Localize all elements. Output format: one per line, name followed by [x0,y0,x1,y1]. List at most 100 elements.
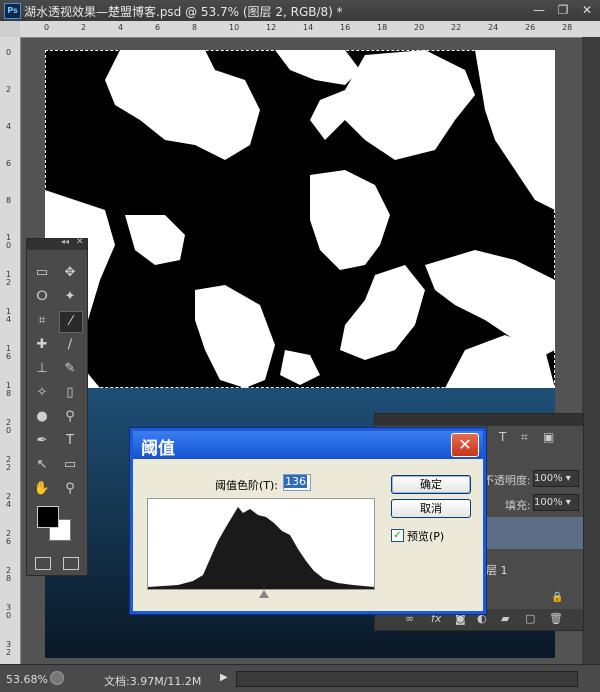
shape-layer-filter-icon[interactable]: ⌗ [521,430,528,445]
delete-layer-icon[interactable]: 🗑 [549,612,563,625]
threshold-slider[interactable] [259,590,269,598]
ruler-tick-label: 2 [6,85,12,94]
ruler-tick-label: 8 [6,196,12,205]
tools-panel-header[interactable]: ◂◂ ✕ [27,237,87,250]
ruler-tick-label: 12 [266,23,277,32]
opacity-value: 100% [534,473,563,484]
ruler-corner[interactable] [0,21,21,38]
ruler-tick-label: 2 [81,23,87,32]
close-icon[interactable]: ✕ [76,237,84,247]
ruler-tick-label: 22 [451,23,462,32]
threshold-level-label: 阈值色阶(T): [215,479,279,492]
histogram [147,498,375,590]
ruler-tick-label: 1 6 [6,344,12,361]
restore-button[interactable]: ❐ [552,2,574,18]
selection-marquee [45,50,555,388]
zoom-level[interactable]: 53.68% [6,673,48,686]
canvas-scroll-gutter[interactable] [582,37,600,664]
ruler-tick-label: 10 [229,23,240,32]
ruler-tick-label: 16 [340,23,351,32]
dialog-close-button[interactable]: ✕ [451,433,479,457]
lock-icon: 🔒 [551,592,564,603]
ruler-tick-label: 3 0 [6,603,12,620]
histogram-graph [148,507,374,589]
quick-mask-icon[interactable] [35,557,51,570]
threshold-dialog: 阈值 ✕ 阈值色阶(T): 136 确定 取消 ✓ 预览(P) [130,428,486,614]
ruler-tick-label: 6 [6,159,12,168]
ok-button[interactable]: 确定 [391,475,471,494]
ruler-tick-label: 1 0 [6,233,12,250]
ruler-tick-label: 14 [303,23,314,32]
tool-button[interactable]: ▭ [31,263,53,283]
text-layer-filter-icon[interactable]: T [499,430,506,444]
screen-mode-icon[interactable] [63,557,79,570]
horizontal-scrollbar[interactable] [236,671,578,687]
window-close-button[interactable]: ✕ [576,2,598,18]
title-bar: Ps 湖水透视效果—楚盟博客.psd @ 53.7% (图层 2, RGB/8)… [0,0,600,22]
status-menu-arrow[interactable]: ▶ [220,672,228,683]
tool-button[interactable]: ✋ [31,479,53,499]
tool-button[interactable]: ● [31,407,53,427]
tool-button[interactable]: ⚲ [59,479,81,499]
tool-button[interactable]: ⵔ [31,287,53,307]
ruler-tick-label: 28 [562,23,573,32]
status-info-icon[interactable] [50,671,64,685]
tool-button[interactable]: ⚲ [59,407,81,427]
tool-button[interactable]: ⌗ [31,311,53,331]
new-group-icon[interactable]: ▰ [501,612,509,625]
tool-button[interactable]: ▭ [59,455,81,475]
tool-button[interactable]: ✦ [59,287,81,307]
ruler-tick-label: 4 [6,122,12,131]
tool-button[interactable]: ↖ [31,455,53,475]
ruler-tick-label: 4 [118,23,124,32]
ruler-tick-label: 2 2 [6,455,12,472]
tool-button[interactable]: ▯ [59,383,81,403]
ruler-tick-label: 1 4 [6,307,12,324]
photoshop-icon: Ps [4,3,21,19]
tool-button[interactable]: ✚ [31,335,53,355]
ruler-tick-label: 1 8 [6,381,12,398]
ruler-tick-label: 8 [192,23,198,32]
smart-object-filter-icon[interactable]: ▣ [543,430,554,444]
ruler-tick-label: 2 6 [6,529,12,546]
ruler-tick-label: 1 2 [6,270,12,287]
fill-value: 100% [534,497,563,508]
tool-button[interactable]: ✎ [59,359,81,379]
opacity-input[interactable]: 100% ▾ [533,470,579,487]
threshold-level-value: 136 [284,475,307,488]
preview-checkbox[interactable]: ✓ [391,529,404,542]
threshold-level-input[interactable]: 136 [283,474,311,491]
layers-panel-header[interactable] [375,414,583,426]
tool-button[interactable]: ⊥ [31,359,53,379]
ruler-tick-label: 20 [414,23,425,32]
ruler-tick-label: 0 [6,48,12,57]
dialog-title: 阈值 [141,439,175,459]
preview-label[interactable]: 预览(P) [407,528,444,544]
collapse-icon[interactable]: ◂◂ [61,237,69,246]
tool-button[interactable]: ✒ [31,431,53,451]
status-bar: 53.68% 文档:3.97M/11.2M ▶ [0,664,600,692]
ruler-tick-label: 6 [155,23,161,32]
tool-button[interactable]: T [59,431,81,451]
ruler-tick-label: 3 2 [6,640,12,657]
tool-button[interactable]: ✥ [59,263,81,283]
tool-button[interactable]: ⁄ [59,311,83,333]
minimize-button[interactable]: — [528,2,550,18]
fill-input[interactable]: 100% ▾ [533,494,579,511]
cancel-button[interactable]: 取消 [391,499,471,518]
ruler-tick-label: 2 4 [6,492,12,509]
ruler-vertical[interactable]: 0 2 4 6 8 1 0 1 2 1 4 1 6 1 8 2 0 2 2 2 4 2 6 2 8 3 0 3 … [0,37,21,664]
ruler-tick-label: 26 [525,23,536,32]
tools-panel[interactable]: ◂◂ ✕ ▭ ✥ ⵔ ✦ ⌗ ⁄ ✚ ∕ ⊥ ✎ ✧ ▯ ● ⚲ ✒ T ↖ ▭ ✋ ⚲ [26,237,88,576]
foreground-color-swatch[interactable] [37,506,59,528]
new-layer-icon[interactable]: ▢ [525,612,535,625]
tool-button[interactable]: ∕ [59,335,81,355]
dialog-title-bar[interactable]: 阈值 ✕ [133,431,483,459]
ruler-horizontal[interactable]: 0 2 4 6 8 10 12 14 16 18 20 22 24 26 28 [20,21,600,38]
document-size: 文档:3.97M/11.2M [104,675,202,688]
dialog-body: 阈值色阶(T): 136 确定 取消 ✓ 预览(P) [133,459,483,611]
ruler-tick-label: 18 [377,23,388,32]
opacity-label: 不透明度: [483,474,531,487]
ruler-tick-label: 2 8 [6,566,12,583]
tool-button[interactable]: ✧ [31,383,53,403]
